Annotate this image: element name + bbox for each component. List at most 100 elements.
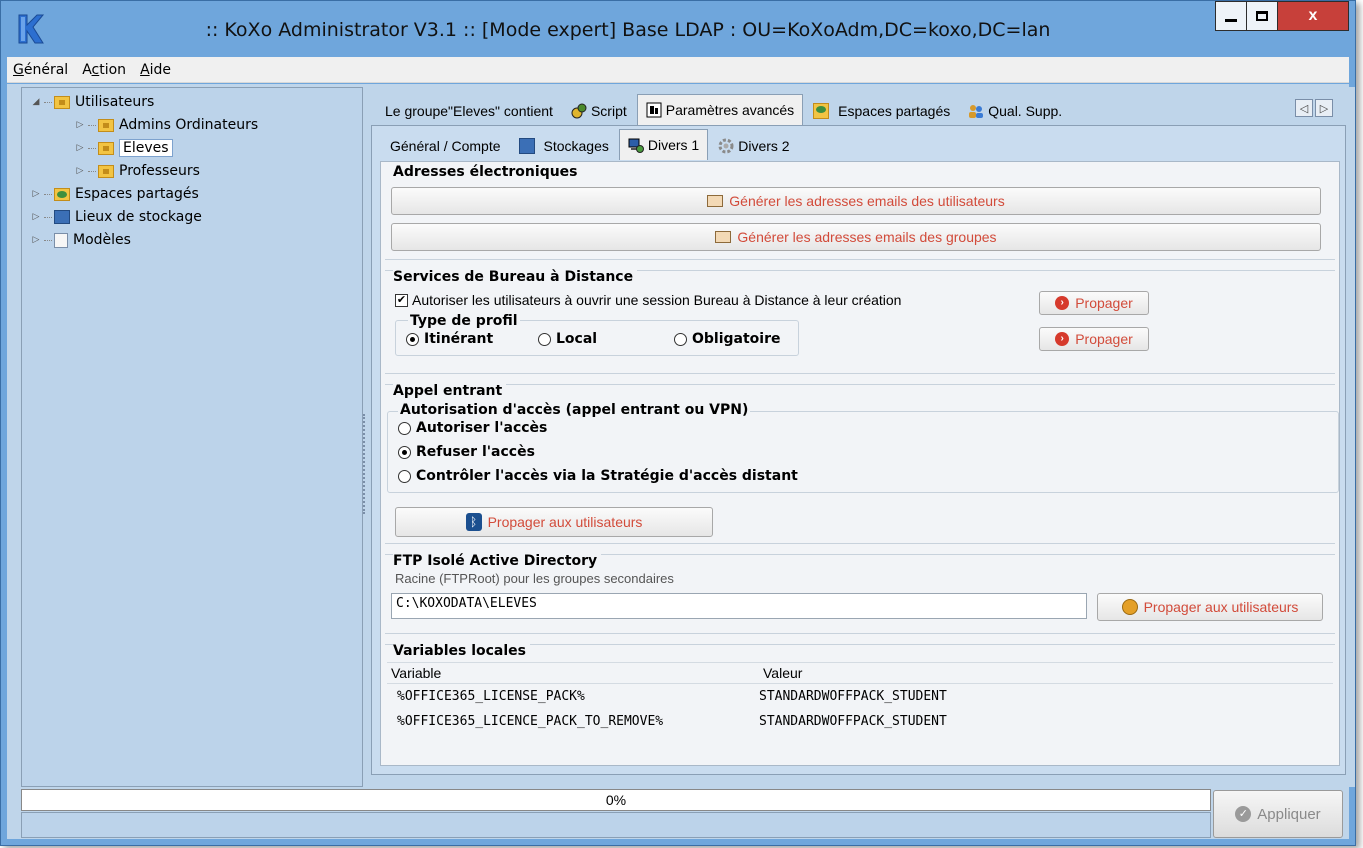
generate-group-emails-button[interactable]: Générer les adresses emails des groupes (391, 223, 1321, 251)
sub-tab-bar: Général / Compte Stockages Divers 1 Dive… (382, 129, 798, 160)
propagate-rds-button[interactable]: › Propager (1039, 291, 1149, 315)
expand-arrow-icon[interactable]: ▷ (74, 120, 86, 130)
apply-button[interactable]: ✓ Appliquer (1213, 790, 1343, 838)
arrow-right-icon: › (1055, 296, 1070, 310)
collapse-arrow-icon[interactable]: ◢ (30, 97, 42, 107)
table-row[interactable]: %OFFICE365_LICENSE_PACK% STANDARDWOFFPAC… (387, 684, 1333, 709)
button-label: Propager (1075, 295, 1133, 311)
ftp-group: FTP Isolé Active Directory Racine (FTPRo… (385, 553, 1335, 634)
tree-node-espaces-partages[interactable]: ▷ Espaces partagés (30, 183, 199, 205)
disk-icon (518, 138, 535, 154)
button-label: Générer les adresses emails des groupes (737, 229, 997, 245)
tree-node-modeles[interactable]: ▷ Modèles (30, 229, 131, 251)
radio-selected-icon[interactable] (406, 332, 419, 346)
table-header: Variable Valeur (387, 662, 1333, 684)
maximize-icon (1256, 11, 1268, 21)
maximize-button[interactable] (1246, 1, 1278, 31)
tab-label: Le groupe"Eleves" contient (385, 103, 553, 119)
divers-1-panel: Adresses électroniques Générer les adres… (380, 161, 1340, 766)
window-controls: x (1215, 1, 1349, 31)
expand-arrow-icon[interactable]: ▷ (30, 235, 42, 245)
radio-deny-access[interactable]: Refuser l'accès (398, 444, 535, 460)
tab-divers-1[interactable]: Divers 1 (618, 129, 709, 160)
radio-allow-access[interactable]: Autoriser l'accès (398, 420, 547, 436)
close-icon: x (1308, 7, 1318, 24)
tab-stockages[interactable]: Stockages (511, 132, 617, 160)
allow-rds-checkbox[interactable]: ✔ Autoriser les utilisateurs à ouvrir un… (395, 292, 901, 308)
radio-empty-icon[interactable] (398, 421, 411, 435)
globe-icon (1121, 599, 1138, 615)
column-header-variable[interactable]: Variable (387, 665, 759, 681)
progress-bar: 0% (21, 789, 1211, 811)
generate-user-emails-button[interactable]: Générer les adresses emails des utilisat… (391, 187, 1321, 215)
tree-node-utilisateurs[interactable]: ◢ Utilisateurs (30, 91, 155, 113)
tab-parametres-avances[interactable]: Paramètres avancés (636, 94, 804, 125)
radio-empty-icon[interactable] (674, 332, 687, 346)
radio-policy-access[interactable]: Contrôler l'accès via la Stratégie d'acc… (398, 468, 798, 484)
folder-icon (98, 164, 114, 178)
access-authorization-group: Autorisation d'accès (appel entrant ou V… (387, 402, 1339, 493)
expand-arrow-icon[interactable]: ▷ (30, 189, 42, 199)
scroll-right-icon[interactable]: ▷ (1315, 99, 1333, 117)
bluetooth-icon: ᛒ (465, 513, 482, 531)
button-label: Appliquer (1257, 805, 1321, 823)
radio-empty-icon[interactable] (538, 332, 551, 346)
tab-qual-supp[interactable]: Qual. Supp. (960, 97, 1070, 125)
menu-aide[interactable]: Aide (140, 62, 171, 78)
tree-node-professeurs[interactable]: ▷ Professeurs (74, 160, 200, 182)
koxo-logo-icon (18, 14, 45, 44)
window-title: :: KoXo Administrator V3.1 :: [Mode expe… (205, 19, 1051, 41)
variables-table[interactable]: Variable Valeur %OFFICE365_LICENSE_PACK%… (387, 662, 1333, 734)
radio-selected-icon[interactable] (398, 445, 411, 459)
button-label: Propager aux utilisateurs (1143, 599, 1299, 615)
profile-type-group: Type de profil Itinérant Local Obligatoi… (395, 313, 799, 356)
radio-label: Contrôler l'accès via la Stratégie d'acc… (416, 468, 798, 484)
propagate-profile-button[interactable]: › Propager (1039, 327, 1149, 351)
tree-label: Admins Ordinateurs (119, 117, 259, 133)
ftp-root-input[interactable]: C:\KOXODATA\ELEVES (391, 593, 1087, 619)
settings-icon (646, 102, 662, 118)
folder-icon (98, 118, 114, 132)
tab-label: Paramètres avancés (665, 102, 795, 118)
scroll-left-icon[interactable]: ◁ (1295, 99, 1313, 117)
propagate-dialin-button[interactable]: ᛒ Propager aux utilisateurs (395, 507, 713, 537)
tab-espaces-partages[interactable]: Espaces partagés (805, 97, 958, 125)
tree-node-admins-ordinateurs[interactable]: ▷ Admins Ordinateurs (74, 114, 259, 136)
tab-groupe-contient[interactable]: Le groupe"Eleves" contient (377, 97, 561, 125)
minimize-button[interactable] (1215, 1, 1247, 31)
checkbox-checked-icon[interactable]: ✔ (395, 293, 408, 307)
expand-arrow-icon[interactable]: ▷ (30, 212, 42, 222)
expand-arrow-icon[interactable]: ▷ (74, 143, 86, 153)
group-title: FTP Isolé Active Directory (393, 553, 602, 569)
value-cell: STANDARDWOFFPACK_STUDENT (759, 714, 947, 729)
table-row[interactable]: %OFFICE365_LICENCE_PACK_TO_REMOVE% STAND… (387, 709, 1333, 734)
radio-label: Refuser l'accès (416, 444, 535, 460)
group-title: Variables locales (393, 643, 530, 659)
progress-text: 0% (605, 792, 627, 808)
tab-label: Espaces partagés (838, 103, 951, 119)
tree-node-eleves[interactable]: ▷ Eleves (74, 137, 173, 159)
tree-node-lieux-de-stockage[interactable]: ▷ Lieux de stockage (30, 206, 202, 228)
tab-label: Stockages (543, 138, 609, 154)
menu-general[interactable]: Général (13, 62, 68, 78)
propagate-ftp-button[interactable]: Propager aux utilisateurs (1097, 593, 1323, 621)
radio-label: Autoriser l'accès (416, 420, 548, 436)
column-header-valeur[interactable]: Valeur (759, 665, 802, 681)
tab-script[interactable]: Script (563, 97, 635, 125)
tree-label: Eleves (119, 139, 173, 157)
tab-divers-2[interactable]: Divers 2 (710, 132, 797, 160)
checkbox-label: Autoriser les utilisateurs à ouvrir une … (412, 292, 902, 308)
radio-label: Obligatoire (692, 331, 781, 347)
radio-local[interactable]: Local (538, 331, 597, 347)
close-button[interactable]: x (1277, 1, 1349, 31)
radio-obligatoire[interactable]: Obligatoire (674, 331, 781, 347)
menu-action[interactable]: Action (82, 62, 126, 78)
radio-itinerant[interactable]: Itinérant (406, 331, 493, 347)
radio-empty-icon[interactable] (398, 469, 411, 483)
variable-cell: %OFFICE365_LICENCE_PACK_TO_REMOVE% (397, 714, 664, 729)
tree-view[interactable]: ◢ Utilisateurs ▷ Admins Ordinateurs ▷ El… (21, 87, 363, 787)
tree-label: Modèles (73, 232, 131, 248)
tab-general-compte[interactable]: Général / Compte (382, 132, 509, 160)
advanced-settings-frame: Général / Compte Stockages Divers 1 Dive… (371, 125, 1346, 775)
expand-arrow-icon[interactable]: ▷ (74, 166, 86, 176)
